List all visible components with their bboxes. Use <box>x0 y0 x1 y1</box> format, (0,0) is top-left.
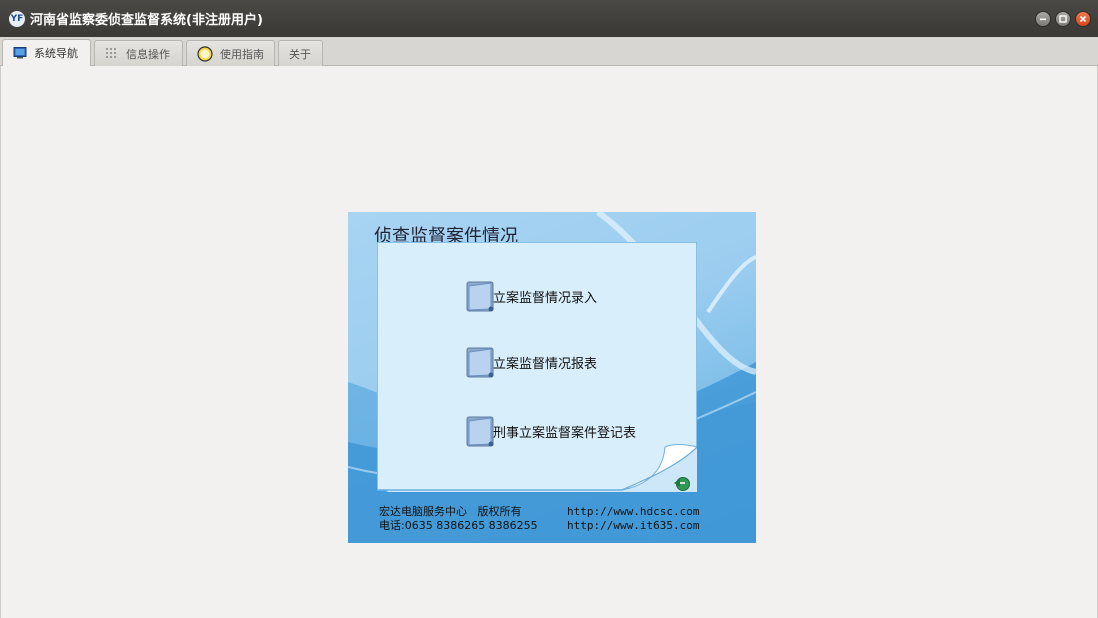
back-arrow-icon[interactable] <box>672 474 692 492</box>
tab-info-operation[interactable]: 信息操作 <box>94 40 183 66</box>
menu-item-case-register[interactable]: 刑事立案监督案件登记表 <box>464 414 636 448</box>
close-icon <box>1079 15 1087 23</box>
tab-user-guide[interactable]: 使用指南 <box>186 40 275 66</box>
menu-item-label: 立案监督情况录入 <box>493 290 598 306</box>
tab-about[interactable]: 关于 <box>278 40 323 66</box>
title-bar[interactable]: YF 河南省监察委侦查监督系统(非注册用户) <box>0 0 1098 37</box>
window-controls <box>1035 11 1091 27</box>
folder-icon <box>466 416 494 447</box>
navigation-panel: 侦查监督案件情况 立案监督情况录入 立案监督情况报表 刑事立案监督案件登记表 宏… <box>348 212 756 543</box>
tab-label: 系统导航 <box>34 47 78 60</box>
maximize-button[interactable] <box>1055 11 1071 27</box>
menu-item-label: 刑事立案监督案件登记表 <box>493 425 637 441</box>
minimize-icon <box>1040 18 1046 21</box>
close-button[interactable] <box>1075 11 1091 27</box>
menu-item-case-report[interactable]: 立案监督情况报表 <box>464 345 597 379</box>
phone-text: 电话:0635 8386265 8386255 <box>379 519 538 532</box>
copyright-text: 宏达电脑服务中心 版权所有 <box>379 505 522 518</box>
website-link-2: http://www.it635.com <box>567 519 700 532</box>
minimize-button[interactable] <box>1035 11 1051 27</box>
panel-footer: 宏达电脑服务中心 版权所有 http://www.hdcsc.com 电话:06… <box>379 505 699 533</box>
grid-icon <box>106 47 116 58</box>
smiley-icon <box>197 45 213 62</box>
window-title: 河南省监察委侦查监督系统(非注册用户) <box>30 13 263 28</box>
menu-item-case-entry[interactable]: 立案监督情况录入 <box>464 279 597 313</box>
tab-label: 关于 <box>289 47 311 61</box>
website-link-1: http://www.hdcsc.com <box>567 505 700 518</box>
menu-item-label: 立案监督情况报表 <box>493 356 598 372</box>
folder-icon <box>466 347 494 378</box>
tab-system-navigation[interactable]: 系统导航 <box>2 39 91 66</box>
maximize-icon <box>1059 15 1067 23</box>
folder-icon <box>466 281 494 312</box>
app-logo: YF <box>9 10 25 27</box>
tab-strip: 系统导航 信息操作 使用指南 关于 <box>0 37 1098 66</box>
tab-label: 使用指南 <box>220 47 264 61</box>
monitor-icon <box>13 47 27 59</box>
tab-label: 信息操作 <box>126 47 170 61</box>
